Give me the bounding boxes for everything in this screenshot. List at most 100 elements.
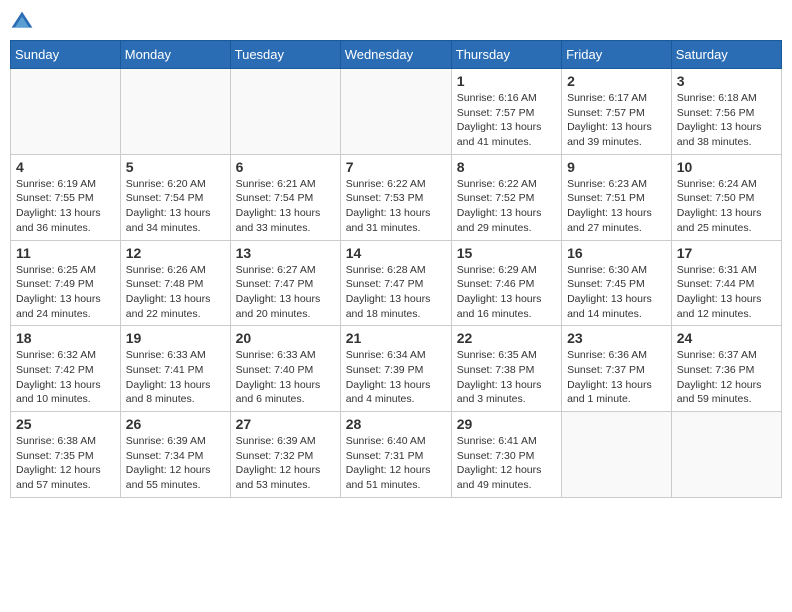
day-header-sunday: Sunday	[11, 41, 121, 69]
day-number: 15	[457, 245, 556, 261]
day-info: Sunrise: 6:32 AMSunset: 7:42 PMDaylight:…	[16, 348, 115, 407]
calendar-cell	[671, 412, 781, 498]
day-info: Sunrise: 6:17 AMSunset: 7:57 PMDaylight:…	[567, 91, 666, 150]
calendar-cell: 24Sunrise: 6:37 AMSunset: 7:36 PMDayligh…	[671, 326, 781, 412]
day-info: Sunrise: 6:33 AMSunset: 7:41 PMDaylight:…	[126, 348, 225, 407]
calendar-cell: 1 Sunrise: 6:16 AMSunset: 7:57 PMDaylight…	[451, 69, 561, 155]
day-info: Sunrise: 6:33 AMSunset: 7:40 PMDaylight:…	[236, 348, 335, 407]
day-number: 8	[457, 159, 556, 175]
day-number: 28	[346, 416, 446, 432]
day-number: 29	[457, 416, 556, 432]
day-header-wednesday: Wednesday	[340, 41, 451, 69]
week-row-3: 11Sunrise: 6:25 AMSunset: 7:49 PMDayligh…	[11, 240, 782, 326]
day-info: Sunrise: 6:36 AMSunset: 7:37 PMDaylight:…	[567, 348, 666, 407]
calendar-cell: 15Sunrise: 6:29 AMSunset: 7:46 PMDayligh…	[451, 240, 561, 326]
day-number: 26	[126, 416, 225, 432]
logo-icon	[10, 10, 34, 34]
day-number: 11	[16, 245, 115, 261]
calendar-cell: 9Sunrise: 6:23 AMSunset: 7:51 PMDaylight…	[562, 154, 672, 240]
week-row-1: 1 Sunrise: 6:16 AMSunset: 7:57 PMDaylight…	[11, 69, 782, 155]
day-info: Sunrise: 6:22 AMSunset: 7:53 PMDaylight:…	[346, 177, 446, 236]
day-number: 13	[236, 245, 335, 261]
day-info: Sunrise: 6:19 AMSunset: 7:55 PMDaylight:…	[16, 177, 115, 236]
day-number: 14	[346, 245, 446, 261]
logo	[10, 10, 38, 34]
calendar-cell: 10 Sunrise: 6:24 AMSunset: 7:50 PMDayligh…	[671, 154, 781, 240]
day-number: 3	[677, 73, 776, 89]
day-info: Sunrise: 6:38 AMSunset: 7:35 PMDaylight:…	[16, 434, 115, 493]
day-header-tuesday: Tuesday	[230, 41, 340, 69]
day-number: 19	[126, 330, 225, 346]
day-info: Sunrise: 6:26 AMSunset: 7:48 PMDaylight:…	[126, 263, 225, 322]
day-number: 25	[16, 416, 115, 432]
day-number: 23	[567, 330, 666, 346]
day-info: Sunrise: 6:40 AMSunset: 7:31 PMDaylight:…	[346, 434, 446, 493]
day-number: 6	[236, 159, 335, 175]
day-number: 7	[346, 159, 446, 175]
day-number: 16	[567, 245, 666, 261]
calendar-cell: 14 Sunrise: 6:28 AMSunset: 7:47 PMDayligh…	[340, 240, 451, 326]
day-number: 10	[677, 159, 776, 175]
day-header-friday: Friday	[562, 41, 672, 69]
calendar-cell: 22Sunrise: 6:35 AMSunset: 7:38 PMDayligh…	[451, 326, 561, 412]
calendar-cell: 19 Sunrise: 6:33 AMSunset: 7:41 PMDayligh…	[120, 326, 230, 412]
calendar-cell: 16 Sunrise: 6:30 AMSunset: 7:45 PMDayligh…	[562, 240, 672, 326]
week-row-4: 18 Sunrise: 6:32 AMSunset: 7:42 PMDayligh…	[11, 326, 782, 412]
week-row-2: 4Sunrise: 6:19 AMSunset: 7:55 PMDaylight…	[11, 154, 782, 240]
calendar-cell: 23 Sunrise: 6:36 AMSunset: 7:37 PMDayligh…	[562, 326, 672, 412]
day-number: 18	[16, 330, 115, 346]
day-number: 21	[346, 330, 446, 346]
day-number: 20	[236, 330, 335, 346]
day-info: Sunrise: 6:31 AMSunset: 7:44 PMDaylight:…	[677, 263, 776, 322]
day-info: Sunrise: 6:37 AMSunset: 7:36 PMDaylight:…	[677, 348, 776, 407]
page-header	[10, 10, 782, 34]
day-info: Sunrise: 6:18 AMSunset: 7:56 PMDaylight:…	[677, 91, 776, 150]
day-header-saturday: Saturday	[671, 41, 781, 69]
calendar-cell: 21 Sunrise: 6:34 AMSunset: 7:39 PMDayligh…	[340, 326, 451, 412]
day-number: 1	[457, 73, 556, 89]
day-info: Sunrise: 6:21 AMSunset: 7:54 PMDaylight:…	[236, 177, 335, 236]
day-info: Sunrise: 6:27 AMSunset: 7:47 PMDaylight:…	[236, 263, 335, 322]
calendar-cell: 20 Sunrise: 6:33 AMSunset: 7:40 PMDayligh…	[230, 326, 340, 412]
calendar-cell: 7 Sunrise: 6:22 AMSunset: 7:53 PMDaylight…	[340, 154, 451, 240]
calendar-header-row: SundayMondayTuesdayWednesdayThursdayFrid…	[11, 41, 782, 69]
day-info: Sunrise: 6:35 AMSunset: 7:38 PMDaylight:…	[457, 348, 556, 407]
day-info: Sunrise: 6:22 AMSunset: 7:52 PMDaylight:…	[457, 177, 556, 236]
day-info: Sunrise: 6:34 AMSunset: 7:39 PMDaylight:…	[346, 348, 446, 407]
day-number: 9	[567, 159, 666, 175]
calendar-cell: 18 Sunrise: 6:32 AMSunset: 7:42 PMDayligh…	[11, 326, 121, 412]
calendar-cell: 17 Sunrise: 6:31 AMSunset: 7:44 PMDayligh…	[671, 240, 781, 326]
day-number: 27	[236, 416, 335, 432]
day-info: Sunrise: 6:30 AMSunset: 7:45 PMDaylight:…	[567, 263, 666, 322]
calendar-cell	[562, 412, 672, 498]
day-info: Sunrise: 6:39 AMSunset: 7:32 PMDaylight:…	[236, 434, 335, 493]
calendar-cell	[11, 69, 121, 155]
day-number: 12	[126, 245, 225, 261]
day-info: Sunrise: 6:41 AMSunset: 7:30 PMDaylight:…	[457, 434, 556, 493]
calendar-cell: 6 Sunrise: 6:21 AMSunset: 7:54 PMDaylight…	[230, 154, 340, 240]
calendar-cell: 5Sunrise: 6:20 AMSunset: 7:54 PMDaylight…	[120, 154, 230, 240]
calendar-cell: 13 Sunrise: 6:27 AMSunset: 7:47 PMDayligh…	[230, 240, 340, 326]
calendar-cell: 8 Sunrise: 6:22 AMSunset: 7:52 PMDaylight…	[451, 154, 561, 240]
day-info: Sunrise: 6:24 AMSunset: 7:50 PMDaylight:…	[677, 177, 776, 236]
calendar-cell: 26 Sunrise: 6:39 AMSunset: 7:34 PMDayligh…	[120, 412, 230, 498]
calendar-cell: 3 Sunrise: 6:18 AMSunset: 7:56 PMDaylight…	[671, 69, 781, 155]
day-info: Sunrise: 6:16 AMSunset: 7:57 PMDaylight:…	[457, 91, 556, 150]
calendar-cell: 25 Sunrise: 6:38 AMSunset: 7:35 PMDayligh…	[11, 412, 121, 498]
day-number: 2	[567, 73, 666, 89]
day-info: Sunrise: 6:28 AMSunset: 7:47 PMDaylight:…	[346, 263, 446, 322]
day-number: 5	[126, 159, 225, 175]
calendar-cell: 11Sunrise: 6:25 AMSunset: 7:49 PMDayligh…	[11, 240, 121, 326]
calendar-cell	[340, 69, 451, 155]
calendar-table: SundayMondayTuesdayWednesdayThursdayFrid…	[10, 40, 782, 498]
day-header-monday: Monday	[120, 41, 230, 69]
calendar-cell: 28 Sunrise: 6:40 AMSunset: 7:31 PMDayligh…	[340, 412, 451, 498]
calendar-cell: 4Sunrise: 6:19 AMSunset: 7:55 PMDaylight…	[11, 154, 121, 240]
day-info: Sunrise: 6:39 AMSunset: 7:34 PMDaylight:…	[126, 434, 225, 493]
calendar-cell: 2 Sunrise: 6:17 AMSunset: 7:57 PMDaylight…	[562, 69, 672, 155]
day-number: 17	[677, 245, 776, 261]
day-header-thursday: Thursday	[451, 41, 561, 69]
calendar-cell	[230, 69, 340, 155]
calendar-cell: 12 Sunrise: 6:26 AMSunset: 7:48 PMDayligh…	[120, 240, 230, 326]
calendar-cell: 27 Sunrise: 6:39 AMSunset: 7:32 PMDayligh…	[230, 412, 340, 498]
